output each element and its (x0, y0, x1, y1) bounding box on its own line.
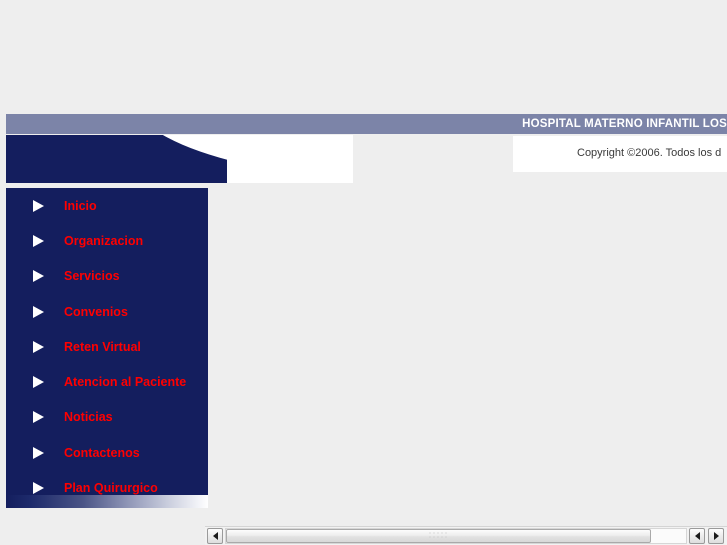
arrow-left-icon (212, 532, 218, 540)
arrow-left-icon (694, 532, 700, 540)
sidebar-item-servicios[interactable]: Servicios (6, 259, 208, 294)
sidebar-navigation: Inicio Organizacion Servicios Convenios … (6, 188, 208, 495)
sidebar-item-organizacion[interactable]: Organizacion (6, 223, 208, 258)
triangle-right-icon (33, 411, 44, 424)
site-title: HOSPITAL MATERNO INFANTIL LOS (522, 118, 727, 130)
triangle-right-icon (33, 446, 44, 459)
sidebar-item-label: Atencion al Paciente (64, 375, 187, 390)
triangle-right-icon (33, 340, 44, 353)
site-banner (6, 135, 353, 183)
scrollbar-track[interactable] (225, 528, 687, 544)
banner-swoosh-fill (227, 135, 353, 183)
sidebar-item-label: Plan Quirurgico (64, 481, 158, 496)
sidebar-item-atencion-al-paciente[interactable]: Atencion al Paciente (6, 364, 208, 399)
sidebar-item-label: Organizacion (64, 233, 144, 248)
site-title-bar: HOSPITAL MATERNO INFANTIL LOS (6, 114, 727, 134)
triangle-right-icon (33, 482, 44, 495)
sidebar-item-label: Inicio (64, 198, 97, 213)
sidebar-item-convenios[interactable]: Convenios (6, 294, 208, 329)
scroll-right-button-1[interactable] (689, 528, 705, 544)
sidebar-item-reten-virtual[interactable]: Reten Virtual (6, 329, 208, 364)
page-top-blank-area (0, 0, 727, 113)
triangle-right-icon (33, 270, 44, 283)
sidebar-bottom-gradient (6, 495, 208, 508)
triangle-right-icon (33, 199, 44, 212)
copyright-panel: Copyright ©2006. Todos los d (513, 136, 727, 172)
sidebar-item-label: Noticias (64, 410, 113, 425)
triangle-right-icon (33, 234, 44, 247)
scroll-right-button-2[interactable] (708, 528, 724, 544)
arrow-right-icon (713, 532, 719, 540)
page-viewport: HOSPITAL MATERNO INFANTIL LOS Copyright … (0, 0, 727, 526)
sidebar-item-label: Reten Virtual (64, 339, 141, 354)
sidebar-item-label: Servicios (64, 269, 120, 284)
triangle-right-icon (33, 376, 44, 389)
scrollbar-thumb[interactable] (226, 529, 651, 543)
copyright-text: Copyright ©2006. Todos los d (577, 147, 722, 159)
horizontal-scrollbar[interactable] (205, 526, 727, 545)
triangle-right-icon (33, 305, 44, 318)
sidebar-item-noticias[interactable]: Noticias (6, 400, 208, 435)
sidebar-item-label: Convenios (64, 304, 128, 319)
sidebar-item-label: Contactenos (64, 445, 140, 460)
scrollbar-grip-icon (429, 532, 448, 540)
sidebar-item-contactenos[interactable]: Contactenos (6, 435, 208, 470)
sidebar-item-inicio[interactable]: Inicio (6, 188, 208, 223)
scroll-left-button[interactable] (207, 528, 223, 544)
